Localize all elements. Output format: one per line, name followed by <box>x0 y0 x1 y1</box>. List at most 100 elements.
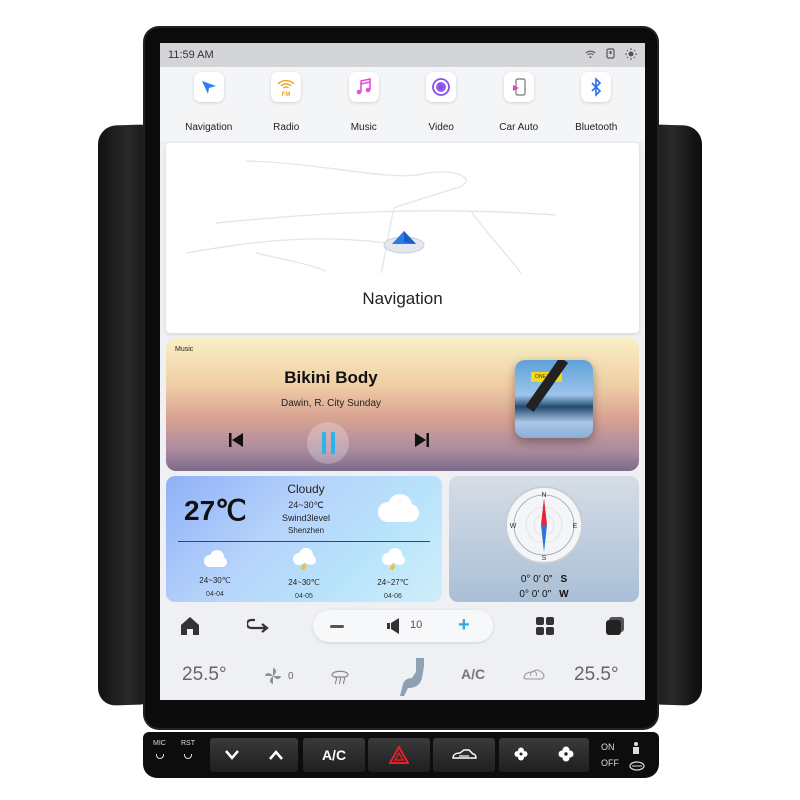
clock: 11:59 AM <box>168 49 214 61</box>
forecast-date: 04-06 <box>384 593 402 600</box>
thunderstorm-icon <box>293 548 316 571</box>
fan-speed-control[interactable]: 0 <box>264 667 294 685</box>
forecast-day: 24~27℃ 04-06 <box>363 548 423 600</box>
rear-defrost-button[interactable] <box>330 667 350 690</box>
rear-defrost-icon <box>331 670 349 685</box>
next-track-button[interactable] <box>414 432 430 453</box>
reset-button[interactable]: RST <box>179 740 201 770</box>
apps-grid-button[interactable] <box>535 616 555 641</box>
app-music[interactable]: Music <box>329 67 399 141</box>
recent-apps-button[interactable] <box>605 616 625 641</box>
seat-heat-button[interactable] <box>398 656 428 700</box>
home-icon <box>181 617 199 635</box>
left-temperature[interactable]: 25.5° <box>182 664 227 686</box>
song-artist: Dawin, R. City Sunday <box>280 398 382 409</box>
chevron-up-icon <box>269 750 283 760</box>
cloud-icon <box>372 492 420 529</box>
hazard-button[interactable] <box>368 738 430 772</box>
fan-large-icon <box>558 746 574 761</box>
recent-apps-icon <box>606 617 624 635</box>
latitude-readout: 0° 0' 0" S <box>449 574 639 585</box>
wifi-icon <box>585 49 596 62</box>
dial-label-n: N <box>541 492 546 499</box>
latitude-direction: S <box>560 574 568 585</box>
ac-toggle[interactable]: A/C <box>461 666 485 682</box>
mic-hole-icon <box>156 754 164 759</box>
temperature-rocker <box>210 738 298 772</box>
compass-card[interactable]: N E S W 0° 0' 0" S 0° 0' 0" W <box>449 476 639 602</box>
wind-level: Swind3level <box>281 513 331 523</box>
temperature-up-button[interactable] <box>269 747 283 763</box>
skip-previous-icon <box>229 433 243 447</box>
music-note-icon <box>348 72 379 102</box>
album-art[interactable]: ONE TILE <box>515 360 593 438</box>
song-title: Bikini Body <box>284 368 378 387</box>
mic-button[interactable]: MIC <box>151 740 173 770</box>
apps-grid-icon <box>536 617 554 635</box>
fan-speed-up-button[interactable] <box>558 746 574 765</box>
app-navigation[interactable]: Navigation <box>174 67 244 141</box>
app-bluetooth[interactable]: Bluetooth <box>561 67 631 141</box>
weather-condition: Cloudy <box>287 482 325 496</box>
app-label: Video <box>428 122 454 133</box>
pause-button[interactable] <box>307 422 349 464</box>
navigation-card[interactable]: Navigation <box>166 143 639 333</box>
app-label: Navigation <box>185 122 233 133</box>
screen: 11:59 AM Navigation FM Radio Music Video… <box>160 43 645 700</box>
fm-radio-icon: FM <box>271 72 302 102</box>
volume-up-button[interactable]: + <box>458 614 470 637</box>
chevron-down-icon <box>225 750 239 760</box>
airbag-off-icon <box>629 758 645 776</box>
app-label: Car Auto <box>499 122 539 133</box>
rst-label: RST <box>181 740 195 747</box>
seat-icon <box>400 658 424 696</box>
volume-level: 10 <box>410 619 423 631</box>
forecast-range: 24~30℃ <box>288 578 320 587</box>
navigation-card-title: Navigation <box>362 289 443 308</box>
fan-speed-value: 0 <box>288 670 294 682</box>
app-car-auto[interactable]: Car Auto <box>484 67 554 141</box>
fan-speed-rocker <box>499 738 589 772</box>
phone-icon <box>606 48 615 62</box>
home-button[interactable] <box>180 616 200 641</box>
app-video[interactable]: Video <box>406 67 476 141</box>
weather-city: Shenzhen <box>287 526 325 535</box>
pause-icon-bar <box>330 432 335 454</box>
dial-label-s: S <box>542 555 547 562</box>
dial-label-e: E <box>573 523 578 530</box>
weather-card[interactable]: 27℃ Cloudy 24~30℃ Swind3level Shenzhen 2… <box>166 476 442 602</box>
status-bar: 11:59 AM <box>160 43 645 67</box>
airbag-indicator: ON OFF <box>597 738 653 772</box>
app-radio[interactable]: FM Radio <box>251 67 321 141</box>
location-marker-icon <box>383 227 425 260</box>
navigation-dock: 10 + <box>160 606 645 646</box>
longitude-readout: 0° 0' 0" W <box>449 589 639 600</box>
temperature-down-button[interactable] <box>225 747 239 763</box>
mic-label: MIC <box>153 740 166 747</box>
forecast-date: 04-05 <box>295 593 313 600</box>
skip-next-icon <box>415 433 429 447</box>
hardware-ac-button[interactable]: A/C <box>303 738 365 772</box>
longitude-value: 0° 0' 0" <box>519 589 552 600</box>
volume-down-button[interactable] <box>330 625 344 628</box>
cloud-icon <box>204 550 227 567</box>
app-label: Radio <box>273 122 300 133</box>
app-label: Music <box>350 122 377 133</box>
forecast-day: 24~30℃ 04-05 <box>274 548 334 600</box>
right-temperature[interactable]: 25.5° <box>574 664 619 686</box>
brightness-icon[interactable] <box>625 47 637 63</box>
volume-control: 10 + <box>313 610 493 642</box>
car-recirculation-icon <box>452 749 477 759</box>
latitude-value: 0° 0' 0" <box>520 574 553 585</box>
speaker-icon <box>387 618 403 639</box>
fan-speed-down-button[interactable] <box>514 747 528 764</box>
head-unit: 11:59 AM Navigation FM Radio Music Video… <box>0 0 800 800</box>
previous-track-button[interactable] <box>228 432 244 453</box>
back-button[interactable] <box>245 618 269 639</box>
hardware-recirculation-button[interactable] <box>433 738 495 772</box>
pause-icon-bar <box>321 432 326 454</box>
forecast-range: 24~30℃ <box>199 576 231 585</box>
dial-label-w: W <box>510 523 517 530</box>
air-recirculation-button[interactable] <box>522 668 546 687</box>
app-launcher-row: Navigation FM Radio Music Video Car Auto… <box>160 67 645 141</box>
